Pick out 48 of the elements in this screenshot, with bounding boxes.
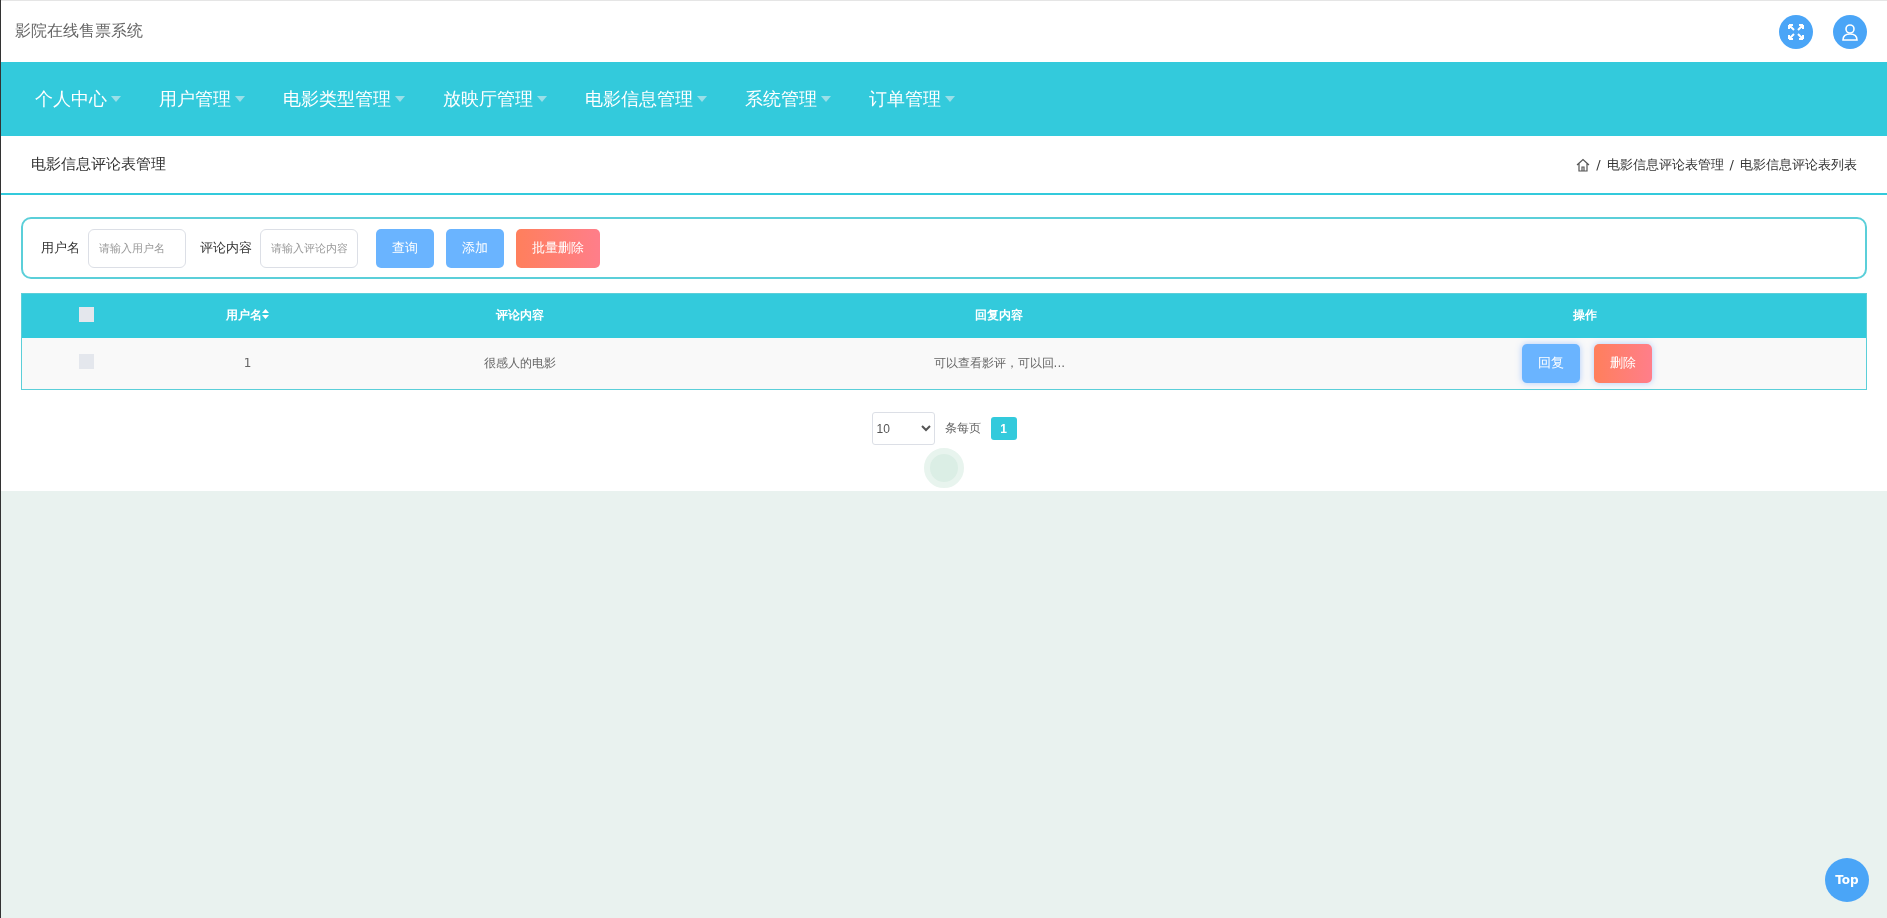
table-cell: 1 bbox=[150, 337, 345, 390]
back-to-top-button[interactable]: Top bbox=[1825, 858, 1869, 902]
breadcrumb-item: 电影信息评论表列表 bbox=[1740, 155, 1857, 174]
caret-icon bbox=[821, 96, 831, 102]
select-all-checkbox[interactable] bbox=[78, 306, 94, 322]
column-header: 操作 bbox=[1303, 293, 1867, 338]
column-header: 评论内容 bbox=[344, 293, 695, 338]
action-button[interactable]: 添加 bbox=[446, 228, 504, 268]
field-label: 评论内容 bbox=[200, 239, 252, 257]
fullscreen-button[interactable] bbox=[1779, 14, 1813, 49]
caret-icon bbox=[945, 96, 955, 102]
breadcrumb-item[interactable]: 电影信息评论表管理 bbox=[1606, 155, 1724, 174]
nav-menu-item[interactable]: 用户管理 bbox=[159, 87, 245, 111]
page-size-select[interactable]: 10 bbox=[871, 412, 935, 445]
breadcrumb-separator: / bbox=[1729, 157, 1734, 172]
action-button[interactable]: 批量删除 bbox=[516, 228, 600, 268]
caret-icon bbox=[235, 96, 245, 102]
nav-menu-item[interactable]: 系统管理 bbox=[745, 87, 831, 111]
action-button[interactable]: 查询 bbox=[376, 228, 434, 268]
caret-icon bbox=[111, 96, 121, 102]
user-icon bbox=[1841, 22, 1859, 41]
nav-menu-item[interactable]: 订单管理 bbox=[869, 87, 955, 111]
column-header[interactable]: 用户名 bbox=[150, 293, 345, 338]
loading-circle bbox=[924, 448, 964, 488]
app-title: 影院在线售票系统 bbox=[15, 21, 143, 42]
nav-menu-item[interactable]: 电影信息管理 bbox=[585, 87, 707, 111]
search-input[interactable]: 请输入评论内容 bbox=[260, 228, 358, 268]
nav-menu-item[interactable]: 放映厅管理 bbox=[443, 87, 547, 111]
column-header: 回复内容 bbox=[694, 293, 1304, 338]
table-cell: 可以查看影评，可以回... bbox=[694, 337, 1304, 390]
field-label: 用户名 bbox=[41, 239, 80, 257]
sort-icon[interactable] bbox=[262, 309, 269, 320]
row-action-button[interactable]: 删除 bbox=[1593, 343, 1652, 383]
home-icon[interactable] bbox=[1576, 157, 1591, 172]
caret-icon bbox=[697, 96, 707, 102]
page-button[interactable]: 1 bbox=[990, 417, 1017, 440]
nav-menu-item[interactable]: 电影类型管理 bbox=[283, 87, 405, 111]
nav-menu-item[interactable]: 个人中心 bbox=[35, 87, 121, 111]
row-action-button[interactable]: 回复 bbox=[1521, 343, 1580, 383]
table-cell: 很感人的电影 bbox=[344, 337, 695, 390]
expand-icon bbox=[1787, 22, 1805, 41]
page-title: 电影信息评论表管理 bbox=[31, 155, 166, 174]
per-page-label: 条每页 bbox=[944, 420, 981, 437]
search-input[interactable]: 请输入用户名 bbox=[88, 228, 186, 268]
caret-icon bbox=[537, 96, 547, 102]
user-button[interactable] bbox=[1833, 14, 1867, 49]
caret-icon bbox=[395, 96, 405, 102]
breadcrumb-separator: / bbox=[1596, 157, 1601, 172]
